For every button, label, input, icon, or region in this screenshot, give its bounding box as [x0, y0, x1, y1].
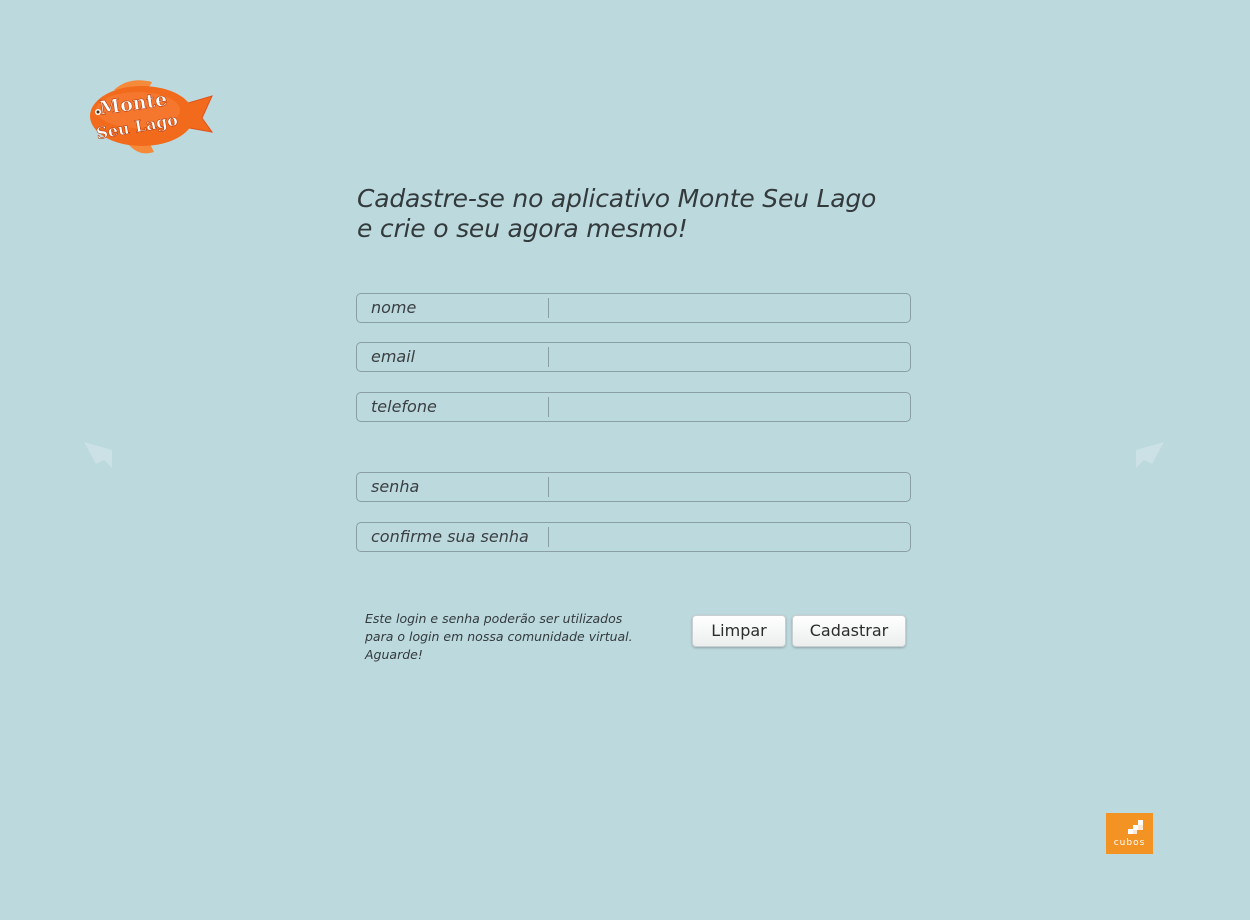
login-note-line-2: para o login em nossa comunidade virtual… — [365, 629, 633, 644]
heading-line-2: e crie o seu agora mesmo! — [357, 214, 688, 243]
page-heading: Cadastre-se no aplicativo Monte Seu Lago… — [357, 184, 957, 244]
name-field-label: nome — [357, 298, 549, 318]
password-field: senha — [356, 472, 911, 502]
cubos-logo-icon — [1128, 820, 1143, 834]
heading-line-1: Cadastre-se no aplicativo Monte Seu Lago — [357, 184, 877, 213]
monte-seu-lago-logo: Monte Seu Lago — [74, 76, 216, 158]
phone-field: telefone — [356, 392, 911, 422]
clear-button[interactable]: Limpar — [692, 615, 786, 647]
name-input[interactable] — [549, 294, 910, 322]
phone-input[interactable] — [549, 393, 910, 421]
cubos-label: cubos — [1113, 838, 1146, 848]
confirm-password-field-label: confirme sua senha — [357, 527, 549, 547]
confirm-password-input[interactable] — [549, 523, 910, 551]
login-note: Este login e senha poderão ser utilizado… — [365, 610, 655, 664]
register-button[interactable]: Cadastrar — [792, 615, 906, 647]
email-input[interactable] — [549, 343, 910, 371]
login-note-line-3: Aguarde! — [365, 647, 423, 662]
login-note-line-1: Este login e senha poderão ser utilizado… — [365, 611, 623, 626]
email-field: email — [356, 342, 911, 372]
cubos-badge[interactable]: cubos — [1106, 813, 1153, 854]
name-field: nome — [356, 293, 911, 323]
arrow-right-icon[interactable] — [1134, 438, 1166, 470]
email-field-label: email — [357, 347, 549, 367]
phone-field-label: telefone — [357, 397, 549, 417]
password-input[interactable] — [549, 473, 910, 501]
confirm-password-field: confirme sua senha — [356, 522, 911, 552]
password-field-label: senha — [357, 477, 549, 497]
arrow-left-icon[interactable] — [82, 438, 114, 470]
